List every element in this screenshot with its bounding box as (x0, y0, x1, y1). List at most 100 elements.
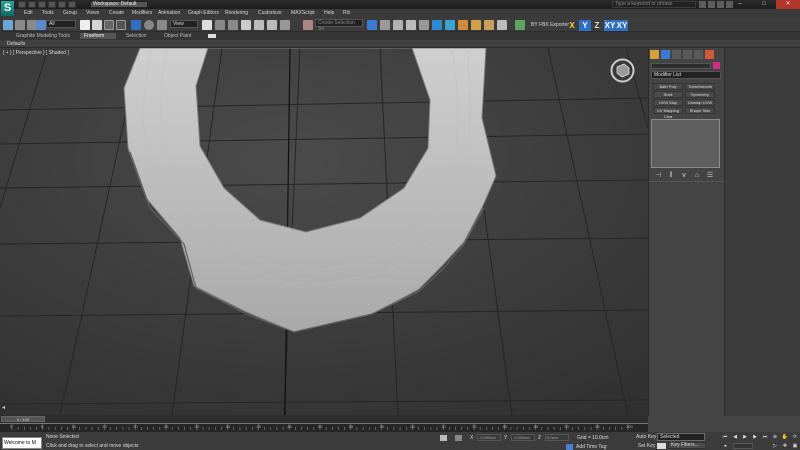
workspace-dropdown[interactable]: Workspace: Default (90, 1, 148, 8)
menu-group[interactable]: Group (63, 9, 77, 18)
menu-animation[interactable]: Animation (158, 9, 180, 18)
object-name-field[interactable] (651, 63, 711, 69)
fbx-plugin-icon[interactable] (515, 20, 525, 30)
auto-key-button[interactable]: Auto Key (636, 434, 656, 440)
modify-panel-icon[interactable] (661, 50, 670, 59)
set-key-icon[interactable] (657, 443, 666, 449)
layer-manager-icon[interactable] (393, 20, 403, 30)
modifier-stack-view[interactable] (651, 119, 720, 168)
search-icon[interactable] (699, 1, 706, 8)
pivot-center-icon[interactable] (202, 20, 212, 30)
remove-modifier-icon[interactable]: ⌂ (693, 172, 701, 179)
minimize-button[interactable]: – (728, 0, 752, 9)
ribbon-toggle-icon[interactable] (208, 34, 216, 38)
communication-icon[interactable] (717, 1, 724, 8)
render-setup-icon[interactable] (458, 20, 468, 30)
time-slider-handle[interactable]: 0 / 100 (1, 416, 45, 422)
maximize-viewport-icon[interactable]: ▣ (791, 443, 799, 450)
menu-views[interactable]: Views (86, 9, 99, 18)
menu-graph-editors[interactable]: Graph Editors (188, 9, 219, 18)
go-to-start-icon[interactable]: ⏮ (721, 434, 729, 441)
utilities-panel-icon[interactable] (705, 50, 714, 59)
menu-rendering[interactable]: Rendering (225, 9, 248, 18)
menu-edit[interactable]: Edit (24, 9, 33, 18)
schematic-view-icon[interactable] (432, 20, 442, 30)
named-selection-set-dropdown[interactable]: Create Selection Se (315, 19, 363, 32)
key-mode-dropdown[interactable]: Selected (657, 433, 705, 441)
next-frame-icon[interactable]: ▶ (751, 434, 759, 441)
new-file-icon[interactable] (18, 1, 26, 8)
modifier-button[interactable]: UV Mapping Clea (653, 107, 683, 119)
viewcube-icon[interactable] (609, 58, 636, 83)
perspective-viewport[interactable] (0, 48, 648, 415)
orbit-icon[interactable]: ⟳ (791, 434, 799, 441)
maxscript-listener-field[interactable]: Welcome to M (2, 437, 42, 449)
tab-selection[interactable]: Selection (122, 33, 151, 39)
axis-x-button[interactable]: X (566, 20, 578, 31)
menu-customize[interactable]: Customize (258, 9, 282, 18)
align-icon[interactable] (380, 20, 390, 30)
make-unique-icon[interactable]: ∨ (680, 172, 688, 179)
menu-help[interactable]: Help (324, 9, 334, 18)
fbx-exporter-label[interactable]: BY FBX Exporter (531, 22, 569, 28)
modifier-button[interactable]: Shape Sele (685, 107, 715, 114)
open-file-icon[interactable] (28, 1, 36, 8)
time-tag-icon[interactable] (566, 444, 573, 450)
search-input[interactable]: Type a keyword or phrase (612, 1, 696, 8)
viewport-label[interactable]: [ + ] [ Perspective ] [ Shaded ] (3, 50, 69, 56)
angle-snap-icon[interactable] (254, 20, 264, 30)
viewport-scene[interactable] (0, 48, 648, 415)
modifier-button[interactable]: Bath Poly (653, 83, 683, 90)
menu-extra[interactable]: Rhi (343, 9, 351, 18)
snaps-toggle-icon[interactable] (241, 20, 251, 30)
select-manipulate-icon[interactable] (215, 20, 225, 30)
curve-editor-icon[interactable] (419, 20, 429, 30)
project-folder-icon[interactable] (68, 1, 76, 8)
configure-sets-icon[interactable]: ☰ (706, 172, 714, 179)
select-by-name-icon[interactable] (92, 20, 102, 30)
window-crossing-icon[interactable] (116, 20, 126, 30)
tab-object-paint[interactable]: Object Paint (160, 33, 195, 39)
current-frame-field[interactable] (733, 443, 753, 449)
hierarchy-panel-icon[interactable] (672, 50, 681, 59)
key-mode-icon[interactable]: ◂ (721, 443, 729, 450)
redo-icon[interactable] (58, 1, 66, 8)
zoom-extents-icon[interactable]: ⊕ (771, 434, 779, 441)
rectangular-selection-icon[interactable] (104, 20, 114, 30)
set-key-button[interactable]: Set Key (638, 443, 656, 449)
display-panel-icon[interactable] (694, 50, 703, 59)
undo-icon[interactable] (48, 1, 56, 8)
graphite-toggle-icon[interactable] (406, 20, 416, 30)
menu-create[interactable]: Create (109, 9, 124, 18)
field-of-view-icon[interactable]: ▷ (771, 443, 779, 450)
tab-graphite-modeling-tools[interactable]: Graphite Modeling Tools (12, 33, 74, 39)
modifier-list-dropdown[interactable]: Modifier List (651, 71, 721, 79)
bind-spacewarp-icon[interactable] (36, 20, 46, 30)
axis-y-button[interactable]: Y (579, 20, 591, 31)
modifier-button[interactable]: UVW Map (653, 99, 683, 106)
object-color-swatch[interactable] (713, 62, 720, 69)
move-tool-icon[interactable] (131, 20, 141, 30)
previous-frame-icon[interactable]: ◀ (731, 434, 739, 441)
select-object-icon[interactable] (80, 20, 90, 30)
menu-tools[interactable]: Tools (42, 9, 54, 18)
motion-panel-icon[interactable] (683, 50, 692, 59)
modifier-button[interactable]: Unwrap UVW (685, 99, 715, 106)
modifier-button[interactable]: Symmetry (685, 91, 715, 98)
play-icon[interactable]: ▶ (741, 434, 749, 441)
rendered-frame-window-icon[interactable] (471, 20, 481, 30)
axis-xy-plane-button[interactable]: XY (616, 20, 628, 31)
lock-selection-icon[interactable] (440, 435, 447, 441)
maximize-button[interactable]: □ (752, 0, 776, 9)
material-editor-icon[interactable] (445, 20, 455, 30)
x-coordinate-field[interactable]: -0.000cm (477, 434, 501, 441)
render-iterative-icon[interactable] (497, 20, 507, 30)
show-end-result-icon[interactable]: ‖ (667, 172, 675, 179)
selection-filter-dropdown[interactable]: All (46, 20, 76, 28)
render-production-icon[interactable] (484, 20, 494, 30)
absolute-mode-icon[interactable] (455, 435, 462, 441)
create-panel-icon[interactable] (650, 50, 659, 59)
menu-maxscript[interactable]: MAXScript (291, 9, 315, 18)
mirror-icon[interactable] (367, 20, 377, 30)
link-icon[interactable] (15, 20, 25, 30)
